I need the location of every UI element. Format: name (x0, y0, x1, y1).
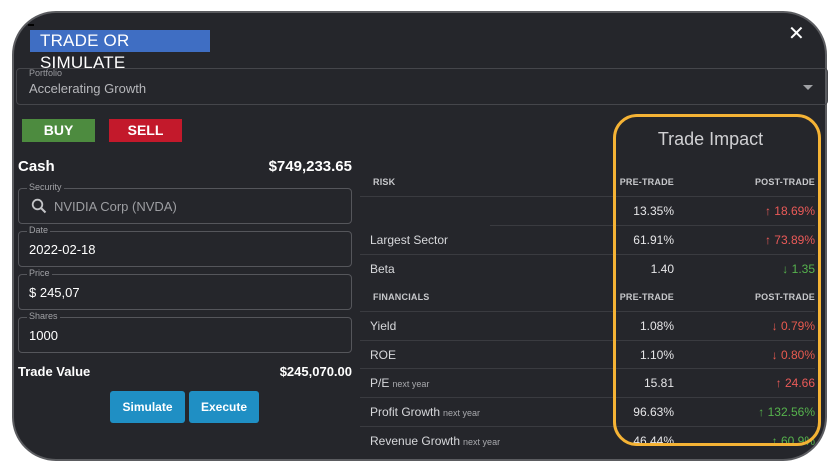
metric-name: ROE (370, 348, 397, 362)
row-divider (360, 254, 815, 255)
metric-label: Yield (370, 319, 396, 333)
search-icon (31, 198, 47, 214)
metric-period: next year (392, 379, 430, 389)
metric-label: Beta (370, 262, 395, 276)
row-divider (360, 397, 815, 398)
arrow-up-icon: ↑ (771, 434, 781, 448)
row-divider (360, 426, 815, 427)
portfolio-select[interactable]: Portfolio Accelerating Growth (16, 68, 828, 105)
chevron-down-icon[interactable] (803, 85, 813, 90)
modal-title: TRADE OR SIMULATE (30, 30, 210, 72)
simulate-button[interactable]: Simulate (110, 391, 185, 423)
close-button[interactable]: ✕ (788, 24, 805, 44)
date-label: Date (27, 225, 51, 235)
post-trade-value: ↑ 132.56% (712, 405, 815, 419)
shares-field[interactable]: Shares 1000 (18, 311, 352, 353)
post-trade-value: ↑ 18.69% (712, 204, 815, 218)
security-label: Security (27, 182, 64, 192)
trade-value-label: Trade Value (18, 364, 91, 379)
portfolio-value: Accelerating Growth (29, 81, 147, 96)
title-mark (28, 24, 34, 26)
pre-trade-header: PRE-TRADE (619, 292, 674, 302)
metric-name: Profit Growth (370, 405, 441, 419)
price-field[interactable]: Price $ 245,07 (18, 268, 352, 310)
arrow-down-icon: ↓ (771, 348, 781, 362)
metric-name: Beta (370, 262, 395, 276)
post-trade-value: ↑ 60.9% (712, 434, 815, 448)
arrow-down-icon: ↓ (782, 262, 792, 276)
post-value-text: 1.35 (791, 262, 815, 276)
shares-label: Shares (27, 311, 60, 321)
pre-trade-header: PRE-TRADE (619, 177, 674, 187)
post-trade-value: ↑ 24.66 (712, 376, 815, 390)
trade-impact-title: Trade Impact (657, 129, 764, 149)
financials-header: FINANCIALS (373, 292, 430, 302)
sell-button[interactable]: SELL (109, 119, 182, 142)
row-divider (490, 225, 815, 226)
execute-button[interactable]: Execute (189, 391, 259, 423)
row-divider (360, 340, 815, 341)
post-trade-value: ↑ 73.89% (712, 233, 815, 247)
post-value-text: 24.66 (784, 376, 815, 390)
price-label: Price (27, 268, 52, 278)
price-value: $ 245,07 (29, 285, 80, 300)
pre-trade-value: 1.40 (650, 262, 674, 276)
trade-value: $245,070.00 (279, 364, 352, 379)
arrow-down-icon: ↓ (771, 319, 781, 333)
row-divider (360, 368, 815, 369)
metric-name: P/E (370, 376, 390, 390)
post-trade-value: ↓ 0.79% (712, 319, 815, 333)
pre-trade-value: 46.44% (633, 434, 674, 448)
metric-period: next year (463, 437, 501, 447)
pre-trade-value: 61.91% (633, 233, 674, 247)
date-value: 2022-02-18 (29, 242, 96, 257)
metric-label: ROE (370, 348, 396, 362)
shares-value: 1000 (29, 328, 58, 343)
pre-trade-value: 15.81 (643, 376, 674, 390)
post-value-text: 18.69% (774, 204, 815, 218)
date-field[interactable]: Date 2022-02-18 (18, 225, 352, 267)
pre-trade-value: 1.10% (639, 348, 674, 362)
metric-label: Profit Growth next year (370, 405, 480, 419)
arrow-up-icon: ↑ (758, 405, 768, 419)
security-field[interactable]: Security NVIDIA Corp (NVDA) (18, 182, 352, 224)
metric-period: next year (443, 408, 481, 418)
post-value-text: 132.56% (767, 405, 815, 419)
buy-button[interactable]: BUY (22, 119, 95, 142)
post-value-text: 0.80% (780, 348, 815, 362)
cash-value: $749,233.65 (268, 158, 352, 175)
post-value-text: 73.89% (774, 233, 815, 247)
arrow-up-icon: ↑ (764, 233, 775, 247)
arrow-up-icon: ↑ (775, 376, 785, 390)
pre-trade-value: 96.63% (633, 405, 674, 419)
arrow-up-icon: ↑ (764, 204, 775, 218)
portfolio-label: Portfolio (29, 68, 63, 78)
post-value-text: 0.79% (780, 319, 815, 333)
metric-name: Largest Sector (370, 233, 449, 247)
metric-label: Revenue Growth next year (370, 434, 500, 448)
cash-label: Cash (18, 158, 55, 175)
row-divider (360, 196, 815, 197)
risk-header: RISK (373, 177, 396, 187)
metric-label: Largest Sector (370, 233, 448, 247)
post-value-text: 60.9% (780, 434, 815, 448)
row-divider (360, 311, 815, 312)
pre-trade-value: 13.35% (633, 204, 674, 218)
pre-trade-value: 1.08% (639, 319, 674, 333)
metric-name: Revenue Growth (370, 434, 461, 448)
security-value: NVIDIA Corp (NVDA) (54, 199, 177, 214)
post-trade-value: ↓ 1.35 (712, 262, 815, 276)
metric-name: Yield (370, 319, 397, 333)
post-trade-header: POST-TRADE (754, 177, 815, 187)
post-trade-value: ↓ 0.80% (712, 348, 815, 362)
metric-label: P/E next year (370, 376, 429, 390)
post-trade-header: POST-TRADE (754, 292, 815, 302)
